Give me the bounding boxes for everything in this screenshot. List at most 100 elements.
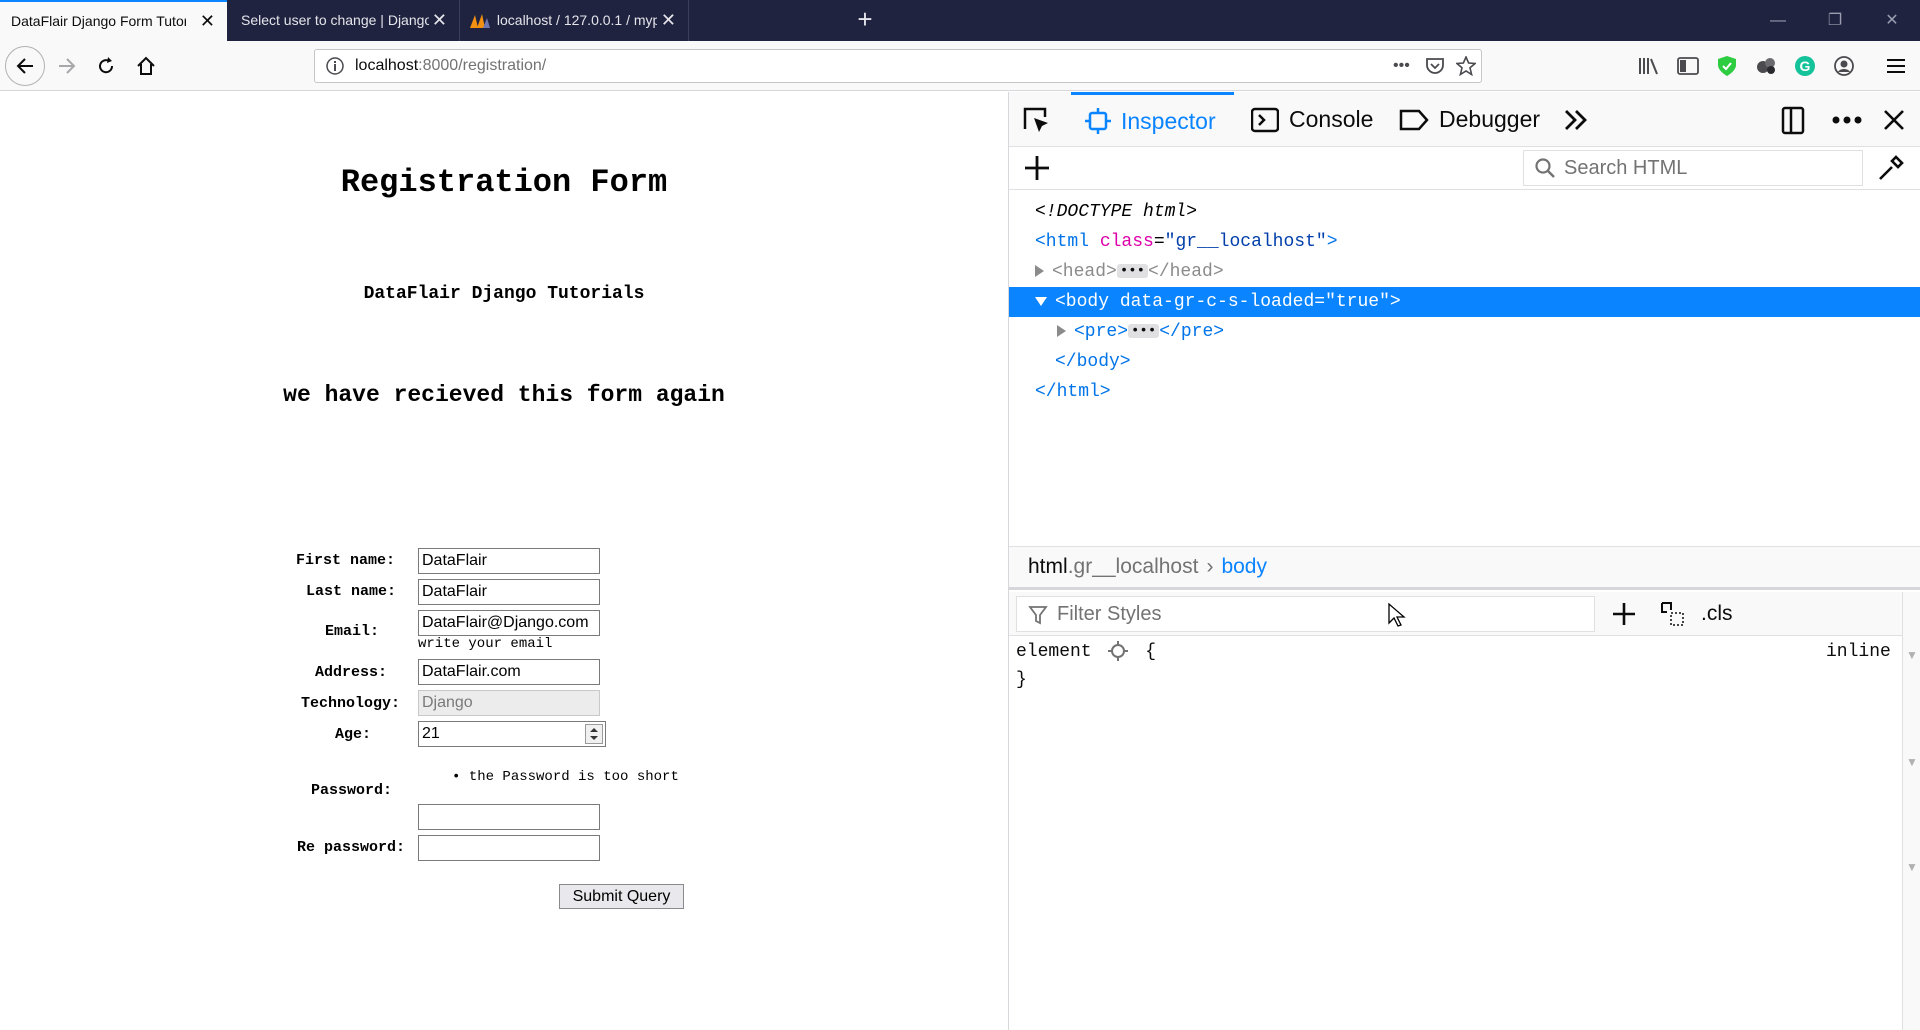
collapsed-ellipsis-icon[interactable]: ••• — [1116, 264, 1149, 279]
element-picker-icon — [1023, 107, 1048, 132]
library-icon[interactable] — [1636, 53, 1662, 79]
markup-body-close[interactable]: </body> — [1009, 347, 1920, 377]
add-rule-icon[interactable] — [1611, 601, 1637, 627]
mouse-cursor-icon — [1388, 602, 1406, 627]
eyedropper-icon[interactable] — [1876, 153, 1906, 183]
tab-close-icon[interactable]: ✕ — [432, 0, 447, 41]
devtools-panel: Inspector Console Debugger Search HTML <… — [1008, 92, 1920, 1030]
markup-pre-node[interactable]: <pre> ••• </pre> — [1009, 317, 1920, 347]
new-tab-button[interactable]: + — [853, 0, 877, 41]
close-window-icon[interactable]: ✕ — [1872, 0, 1912, 41]
page-viewport: Registration Form DataFlair Django Tutor… — [0, 92, 1008, 1030]
toggle-pseudo-classes-icon[interactable] — [1659, 600, 1687, 628]
address-input[interactable]: DataFlair.com — [418, 659, 600, 685]
dock-side-icon — [1781, 106, 1805, 134]
last-name-input[interactable]: DataFlair — [418, 579, 600, 605]
forward-button[interactable] — [47, 46, 87, 86]
shield-extension-icon[interactable] — [1714, 53, 1740, 79]
tab-title: Select user to change | Django site — [241, 12, 429, 28]
dock-button[interactable] — [1781, 92, 1817, 147]
markup-doctype[interactable]: <!DOCTYPE html> — [1009, 197, 1920, 227]
markup-html-close[interactable]: </html> — [1009, 377, 1920, 407]
devtools-menu-button[interactable] — [1831, 92, 1873, 147]
svg-text:G: G — [1800, 58, 1811, 74]
repassword-input[interactable] — [418, 835, 600, 861]
bookmark-star-icon[interactable] — [1456, 56, 1476, 76]
node-target-icon[interactable] — [1108, 641, 1129, 662]
tab-title: DataFlair Django Form Tutorial — [11, 13, 186, 29]
stepper-arrows-icon — [590, 728, 598, 740]
cls-toggle-button[interactable]: .cls — [1701, 592, 1733, 636]
menu-hamburger-icon[interactable] — [1883, 53, 1909, 79]
account-icon[interactable] — [1831, 53, 1857, 79]
password-input[interactable] — [418, 804, 600, 830]
navigation-toolbar: localhost:8000/registration/ ••• G — [0, 41, 1920, 91]
restore-icon[interactable]: ❐ — [1815, 0, 1855, 41]
debugger-icon — [1399, 109, 1429, 130]
more-tabs-button[interactable] — [1563, 92, 1599, 147]
url-bar[interactable]: localhost:8000/registration/ ••• — [314, 49, 1482, 83]
filter-icon — [1028, 606, 1048, 625]
chevron-down-icon: ▼ — [1906, 648, 1918, 662]
age-stepper[interactable] — [585, 724, 603, 744]
rules-scrollbar[interactable]: ▼ ▼ ▼ — [1902, 592, 1920, 1030]
minimize-icon[interactable]: — — [1758, 0, 1798, 41]
markup-view: <!DOCTYPE html> <html class="gr__localho… — [1009, 191, 1920, 546]
email-hint: write your email — [418, 636, 553, 652]
back-button[interactable] — [5, 46, 45, 86]
collapse-twisty-icon[interactable] — [1035, 296, 1047, 306]
age-input[interactable]: 21 — [418, 721, 606, 747]
console-icon — [1251, 107, 1279, 132]
sidebar-icon[interactable] — [1675, 53, 1701, 79]
markup-head-node[interactable]: <head> ••• </head> — [1009, 257, 1920, 287]
site-info-icon[interactable] — [325, 56, 345, 76]
back-arrow-icon — [16, 58, 33, 74]
tab-console[interactable]: Console — [1251, 92, 1373, 147]
browser-tab-2[interactable]: Select user to change | Django site ✕ — [230, 0, 460, 41]
search-html-input[interactable]: Search HTML — [1523, 150, 1863, 186]
ellipsis-icon — [1832, 116, 1862, 123]
tab-close-icon[interactable]: ✕ — [200, 2, 215, 41]
grammarly-icon[interactable]: G — [1792, 53, 1818, 79]
email-input[interactable]: DataFlair@Django.com — [418, 610, 600, 636]
markup-body-node[interactable]: <body data-gr-c-s-loaded="true"> — [1009, 287, 1920, 317]
first-name-input[interactable]: DataFlair — [418, 548, 600, 574]
submit-button[interactable]: Submit Query — [559, 884, 684, 909]
repassword-label: Re password: — [297, 839, 406, 856]
rules-view: element { } inline — [1009, 637, 1902, 1030]
url-text[interactable]: localhost:8000/registration/ — [355, 50, 546, 82]
age-label: Age: — [335, 726, 372, 743]
breadcrumb: html.gr__localhost › body — [1009, 546, 1920, 590]
extension-icon[interactable] — [1753, 53, 1779, 79]
breadcrumb-html[interactable]: html.gr__localhost — [1028, 555, 1198, 578]
rule-source[interactable]: inline — [1826, 637, 1891, 667]
breadcrumb-body[interactable]: body — [1221, 555, 1267, 578]
password-label: Password: — [311, 782, 393, 799]
reload-icon — [99, 57, 114, 74]
tab-close-icon[interactable]: ✕ — [661, 0, 676, 41]
filter-styles-input[interactable]: Filter Styles — [1016, 596, 1595, 632]
browser-tab-3[interactable]: localhost / 127.0.0.1 / myproje ✕ — [461, 0, 689, 41]
collapsed-ellipsis-icon[interactable]: ••• — [1128, 324, 1160, 339]
markup-html-node[interactable]: <html class="gr__localhost"> — [1009, 227, 1920, 257]
devtools-toolbar: Inspector Console Debugger — [1009, 92, 1920, 147]
rule-close-brace: } — [1016, 670, 1027, 690]
reload-button[interactable] — [86, 46, 126, 86]
filter-styles-placeholder: Filter Styles — [1057, 603, 1162, 625]
tab-strip: DataFlair Django Form Tutorial ✕ Select … — [0, 0, 1920, 41]
page-title: Registration Form — [340, 164, 668, 201]
page-actions-icon[interactable]: ••• — [1393, 50, 1410, 82]
technology-label: Technology: — [301, 695, 401, 712]
expand-twisty-icon[interactable] — [1057, 325, 1066, 338]
page-subtitle: DataFlair Django Tutorials — [363, 284, 645, 304]
tab-inspector[interactable]: Inspector — [1071, 92, 1234, 147]
element-picker-button[interactable] — [1021, 92, 1061, 147]
browser-tab-1[interactable]: DataFlair Django Form Tutorial ✕ — [0, 0, 227, 41]
tab-inspector-label: Inspector — [1121, 108, 1216, 134]
tab-debugger[interactable]: Debugger — [1399, 92, 1540, 147]
close-devtools-button[interactable] — [1883, 92, 1915, 147]
home-button[interactable] — [126, 46, 166, 86]
pocket-icon[interactable] — [1425, 56, 1445, 76]
add-node-icon[interactable] — [1023, 154, 1051, 182]
expand-twisty-icon[interactable] — [1035, 265, 1044, 278]
